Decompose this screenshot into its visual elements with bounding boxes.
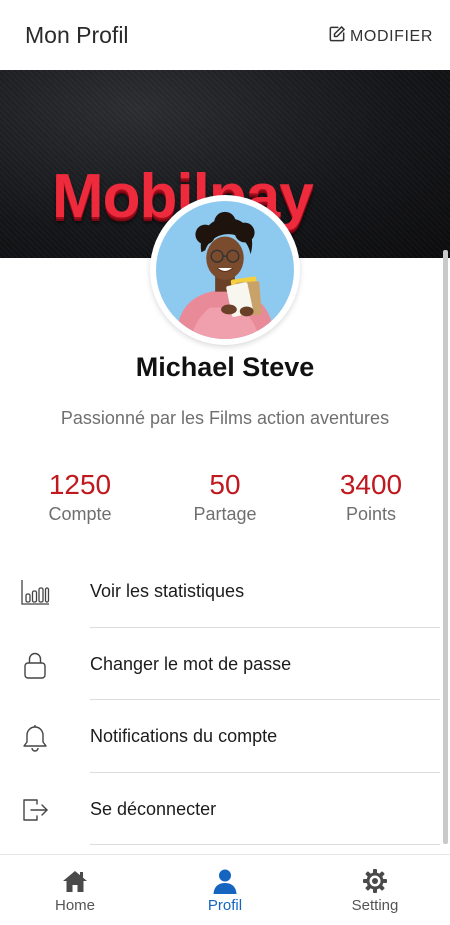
nav-label: Profil: [207, 897, 243, 914]
scrollbar[interactable]: [443, 250, 448, 844]
gear-icon: [330, 867, 420, 895]
profile-name: Michael Steve: [135, 352, 315, 382]
divider: [90, 844, 440, 845]
stat-value: 1250: [48, 469, 112, 500]
nav-home[interactable]: Home: [30, 867, 120, 914]
stat-points: 3400 Points: [296, 470, 446, 525]
profile-bio: Passionné par les Films action aventures: [60, 408, 390, 428]
menu-item-logout[interactable]: Se déconnecter: [0, 773, 440, 845]
menu-item-label: Voir les statistiques: [90, 581, 245, 601]
logout-icon: [20, 795, 50, 825]
person-icon: [180, 867, 270, 895]
stat-value: 50: [209, 469, 241, 500]
menu-item-label: Changer le mot de passe: [90, 653, 292, 674]
home-icon: [30, 867, 120, 895]
menu-item-notifications[interactable]: Notifications du compte: [0, 700, 440, 773]
stat-label: Points: [345, 504, 397, 524]
stat-label: Partage: [193, 504, 257, 524]
edit-icon: [327, 24, 347, 49]
bar-chart-icon: [20, 577, 50, 607]
stat-value: 3400: [339, 469, 403, 500]
stat-label: Compte: [48, 504, 112, 524]
bell-icon: [20, 722, 50, 752]
menu-item-change-password[interactable]: Changer le mot de passe: [0, 628, 440, 700]
lock-icon: [20, 650, 50, 680]
edit-label: MODIFIER: [349, 27, 433, 45]
page-title: Mon Profil: [25, 22, 129, 48]
menu-item-label: Se déconnecter: [90, 798, 217, 819]
avatar-photo: [156, 201, 294, 339]
stat-compte: 1250 Compte: [5, 470, 155, 525]
nav-profil[interactable]: Profil: [180, 867, 270, 914]
nav-label: Home: [54, 897, 95, 914]
bottom-nav: Home Profil Setting: [0, 854, 450, 925]
profile-menu: Voir les statistiques Changer le mot de …: [0, 555, 440, 845]
stats-row: 1250 Compte 50 Partage 3400 Points: [0, 470, 450, 530]
nav-label: Setting: [351, 897, 399, 914]
edit-profile-button[interactable]: MODIFIER: [327, 24, 433, 49]
avatar[interactable]: [150, 195, 300, 345]
menu-item-statistics[interactable]: Voir les statistiques: [0, 555, 440, 628]
app-bar: Mon Profil MODIFIER: [0, 0, 450, 70]
menu-item-label: Notifications du compte: [90, 726, 278, 746]
nav-setting[interactable]: Setting: [330, 867, 420, 914]
stat-partage: 50 Partage: [150, 470, 300, 525]
